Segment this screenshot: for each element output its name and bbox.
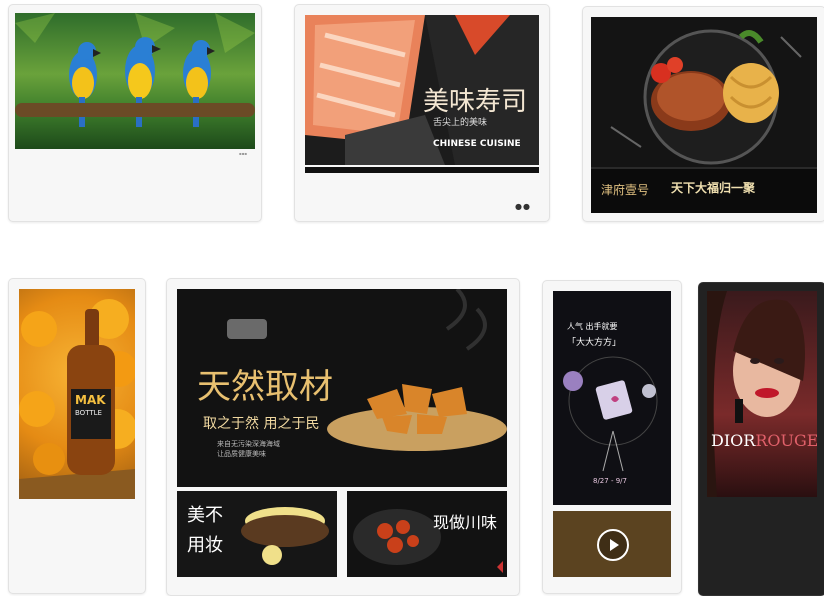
portrait-title-2: 「大大方方」 — [567, 338, 622, 348]
beer-screen: MAK BOTTLE — [19, 289, 135, 499]
portrait-title-1: 人气 出手就要 — [567, 322, 618, 331]
chuancai-panel: 现做川味 — [347, 491, 507, 577]
dior-brand: DIORROUGE — [711, 431, 817, 450]
makeup-line-2: 用妆 — [187, 535, 223, 556]
steak-slogan: 天下大福归一聚 — [671, 181, 756, 195]
portrait-dates: 8/27 - 9/7 — [593, 477, 627, 485]
dior-screen: DIORROUGE — [707, 291, 817, 497]
sushi-subtitle: 舌尖上的美味 — [433, 118, 488, 128]
parrots-screen — [15, 13, 255, 149]
food-main-screen: 天然取材 取之于然 用之于民 来自无污染深海海域 让品质健康美味 — [177, 289, 507, 487]
steak-logo: 津府壹号 — [601, 183, 650, 197]
food-title: 天然取材 — [197, 367, 333, 407]
makeup-panel: 美不 用妆 — [177, 491, 337, 577]
food-desc-1: 来自无污染深海海域 — [217, 440, 280, 448]
steak-illustration — [610, 29, 802, 165]
display-device-food: 天然取材 取之于然 用之于民 来自无污染深海海域 让品质健康美味 美不 用妆 现… — [166, 278, 520, 596]
chili-dish-illustration — [353, 509, 503, 573]
watch-video-panel — [553, 511, 671, 577]
sushi-screen: 美味寿司 舌尖上的美味 CHINESE CUISINE — [305, 15, 539, 165]
bottle-sub: BOTTLE — [75, 409, 102, 417]
screen-bezel-bar — [305, 167, 539, 173]
food-subtitle: 取之于然 用之于民 — [203, 416, 320, 432]
chuancai-title: 现做川味 — [433, 513, 498, 532]
display-device-sushi: 美味寿司 舌尖上的美味 CHINESE CUISINE ●● — [294, 4, 550, 222]
steak-banner: 津府壹号 天下大福归一聚 — [591, 167, 817, 213]
model-portrait-illustration — [707, 291, 805, 497]
display-device-dior: DIORROUGE — [698, 282, 824, 596]
brand-mark: ▪▪▪ — [238, 151, 247, 156]
sushi-title: 美味寿司 — [423, 87, 528, 117]
display-device-parrots: ▪▪▪ — [8, 4, 262, 222]
portrait-ad-screen: 人气 出手就要 「大大方方」 8/27 - 9/7 — [553, 291, 671, 505]
display-device-steak: 津府壹号 天下大福归一聚 — [582, 6, 824, 222]
display-device-beer: MAK BOTTLE — [8, 278, 146, 594]
sushi-english: CHINESE CUISINE — [433, 139, 521, 149]
parrots-illustration — [15, 13, 255, 127]
steak-screen: 津府壹号 天下大福归一聚 — [591, 17, 817, 213]
makeup-line-1: 美不 — [187, 505, 223, 526]
play-button-icon[interactable] — [597, 529, 629, 561]
display-device-portrait: 人气 出手就要 「大大方方」 8/27 - 9/7 — [542, 280, 682, 594]
status-dots-icon: ●● — [515, 202, 531, 211]
bottle-label: MAK — [75, 393, 106, 407]
food-desc-2: 让品质健康美味 — [217, 450, 266, 458]
